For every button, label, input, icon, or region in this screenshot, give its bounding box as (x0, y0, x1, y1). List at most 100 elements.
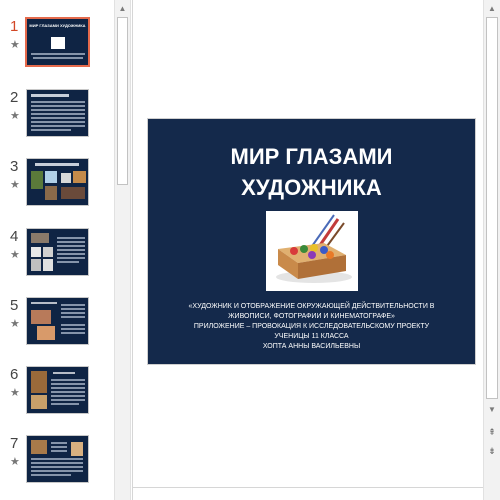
scroll-up-arrow-icon[interactable]: ▲ (484, 0, 500, 17)
thumbnail-picture (31, 259, 41, 271)
thumbnail-text-line (61, 332, 85, 334)
thumbnail-picture (61, 173, 71, 183)
slide-number: 3 (10, 158, 19, 175)
thumbnail-title: МИР ГЛАЗАМИ ХУДОЖНИКА (29, 23, 86, 28)
thumbnail-picture (31, 371, 47, 393)
thumbnail-text-line (51, 387, 85, 389)
thumbnail-text-line (31, 458, 83, 460)
thumbnail-text-line (31, 462, 83, 464)
current-slide[interactable]: МИР ГЛАЗАМИ ХУДОЖНИКА «ХУДОЖНИК И ОТОБРА… (147, 118, 476, 365)
thumbnail-text-line (51, 450, 67, 452)
thumbnail-text-line (31, 105, 85, 107)
slide-preview: МИР ГЛАЗАМИ ХУДОЖНИКА (25, 17, 90, 67)
subtitle-line: ЖИВОПИСИ, ФОТОГРАФИИ И КИНЕМАТОГРАФЕ» (228, 313, 395, 320)
thumbnail-text-line (51, 379, 85, 381)
thumbnail-title (31, 302, 57, 304)
thumbnail-picture (45, 186, 57, 200)
thumbnail-text-line (31, 53, 85, 55)
slide-number: 1 (10, 18, 19, 35)
thumbnail-text-line (31, 125, 85, 127)
paint-box-icon[interactable] (266, 211, 358, 291)
thumbnail-text-line (57, 257, 85, 259)
thumbnail-text-line (31, 474, 71, 476)
slide-thumbnail-2[interactable]: 2 ★ (0, 89, 114, 149)
transition-star-icon: ★ (10, 39, 20, 51)
slide-preview (26, 435, 89, 483)
slide-number: 4 (10, 228, 19, 245)
thumbnail-title (31, 94, 69, 97)
slide-thumbnail-3[interactable]: 3 ★ (0, 158, 114, 218)
slide-number: 7 (10, 435, 19, 452)
thumbnail-picture (31, 233, 49, 243)
slide-preview (26, 89, 89, 137)
thumbnail-title (35, 163, 79, 166)
transition-star-icon: ★ (10, 318, 20, 330)
thumbnail-picture (43, 259, 53, 271)
slide-title[interactable]: МИР ГЛАЗАМИ ХУДОЖНИКА (148, 141, 475, 203)
thumbnail-text-line (51, 391, 85, 393)
scroll-up-arrow-icon[interactable]: ▲ (115, 0, 130, 17)
thumbnail-picture (45, 171, 57, 183)
thumbnail-text-line (31, 470, 83, 472)
slide-number: 2 (10, 89, 19, 106)
thumbnail-text-line (51, 403, 79, 405)
slide-thumbnail-1[interactable]: 1 ★ МИР ГЛАЗАМИ ХУДОЖНИКА (0, 17, 114, 78)
slide-thumbnail-5[interactable]: 5 ★ (0, 297, 114, 357)
slide-editing-area: МИР ГЛАЗАМИ ХУДОЖНИКА «ХУДОЖНИК И ОТОБРА… (132, 0, 484, 500)
thumbnail-text-line (31, 109, 85, 111)
thumbnail-text-line (31, 101, 85, 103)
thumbnail-text-line (31, 113, 85, 115)
notes-pane-divider[interactable] (133, 487, 484, 488)
thumbnail-title (53, 372, 75, 374)
slide-preview (26, 158, 89, 206)
thumbnail-text-line (51, 446, 67, 448)
slides-panel-scrollbar[interactable]: ▲ (114, 0, 131, 500)
thumbnail-picture (73, 171, 86, 183)
scrollbar-thumb[interactable] (117, 17, 128, 185)
thumbnail-text-line (31, 466, 83, 468)
thumbnail-picture (31, 440, 47, 454)
thumbnail-picture (37, 326, 55, 340)
slide-title-line: ХУДОЖНИКА (241, 175, 382, 200)
slide-preview (26, 366, 89, 414)
slide-thumbnail-6[interactable]: 6 ★ (0, 366, 114, 426)
subtitle-line: «ХУДОЖНИК И ОТОБРАЖЕНИЕ ОКРУЖАЮЩЕЙ ДЕЙСТ… (188, 303, 435, 310)
thumbnail-picture (71, 442, 83, 456)
thumbnail-text-line (61, 328, 85, 330)
thumbnail-text-line (57, 245, 85, 247)
thumbnail-text-line (57, 261, 79, 263)
slides-panel: 1 ★ МИР ГЛАЗАМИ ХУДОЖНИКА 2 ★ 3 ★ 4 ★ 5 … (0, 0, 114, 500)
thumbnail-text-line (61, 312, 85, 314)
thumbnail-text-line (31, 121, 85, 123)
slide-subtitle[interactable]: «ХУДОЖНИК И ОТОБРАЖЕНИЕ ОКРУЖАЮЩЕЙ ДЕЙСТ… (156, 302, 467, 352)
slide-title-line: МИР ГЛАЗАМИ (230, 144, 393, 169)
transition-star-icon: ★ (10, 387, 20, 399)
slide-thumbnail-7[interactable]: 7 ★ (0, 435, 114, 495)
paint-box-illustration (266, 211, 358, 291)
thumbnail-text-line (57, 241, 85, 243)
thumbnail-text-line (31, 117, 85, 119)
thumbnail-picture (43, 247, 53, 257)
thumbnail-picture (31, 171, 43, 189)
thumbnail-text-line (61, 308, 85, 310)
thumbnail-picture (31, 395, 47, 409)
slide-preview (26, 228, 89, 276)
thumbnail-text-line (31, 129, 71, 131)
next-slide-icon[interactable]: ⇟ (484, 444, 500, 458)
thumbnail-text-line (61, 304, 85, 306)
presentation-editor: 1 ★ МИР ГЛАЗАМИ ХУДОЖНИКА 2 ★ 3 ★ 4 ★ 5 … (0, 0, 500, 500)
previous-slide-icon[interactable]: ⇞ (484, 425, 500, 439)
slide-thumbnail-4[interactable]: 4 ★ (0, 228, 114, 288)
thumbnail-text-line (57, 249, 85, 251)
scroll-down-arrow-icon[interactable]: ▼ (484, 401, 500, 418)
subtitle-line: УЧЕНИЦЫ 11 КЛАССА (274, 333, 349, 340)
subtitle-line: ХОПТА АННЫ ВАСИЛЬЕВНЫ (262, 343, 361, 350)
thumbnail-text-line (51, 383, 85, 385)
thumbnail-text-line (57, 237, 85, 239)
thumbnail-text-line (61, 316, 85, 318)
slide-preview (26, 297, 89, 345)
scrollbar-thumb[interactable] (486, 17, 498, 399)
thumbnail-text-line (51, 399, 85, 401)
thumbnail-text-line (61, 324, 85, 326)
editor-scrollbar[interactable]: ▲ ▼ ⇞ ⇟ (483, 0, 500, 500)
